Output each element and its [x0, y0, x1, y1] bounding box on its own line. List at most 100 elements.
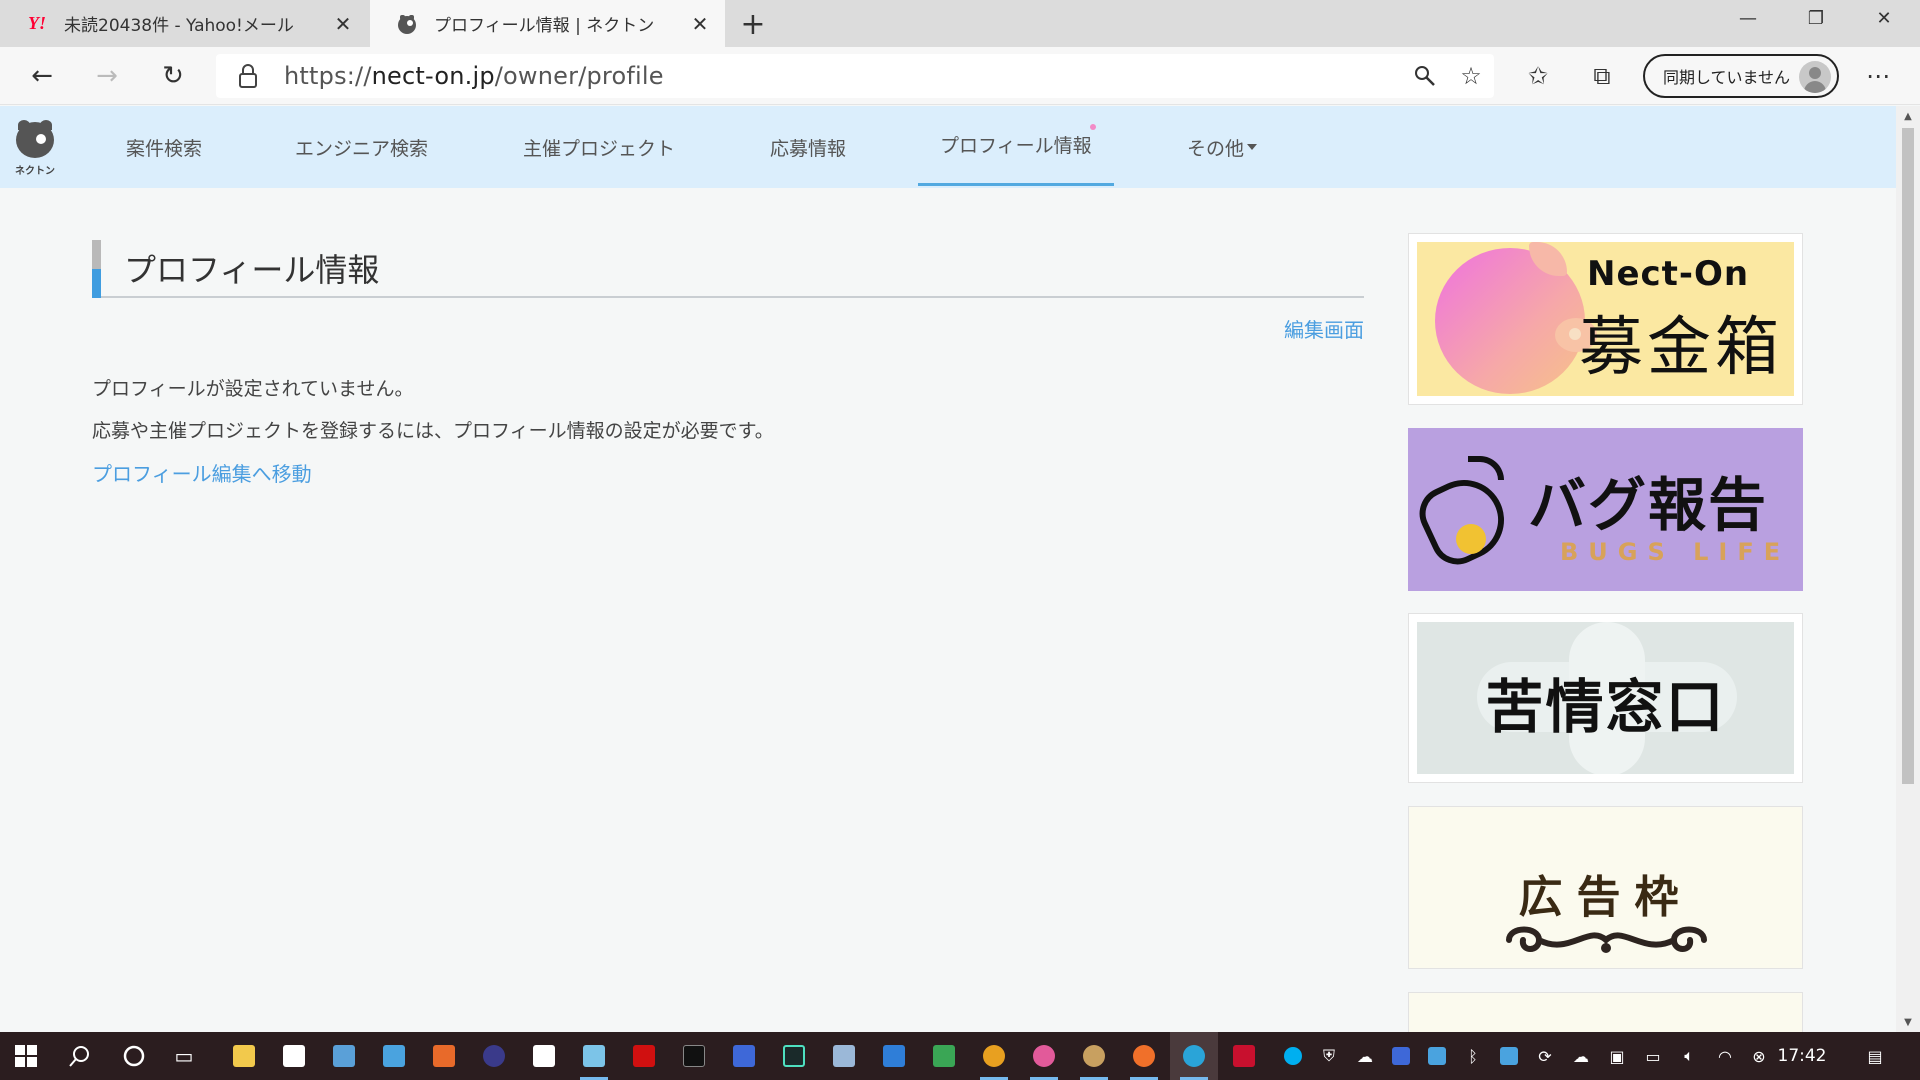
lock-icon — [238, 64, 258, 88]
favorite-star-icon[interactable]: ☆ — [1448, 54, 1494, 98]
favorites-list-icon[interactable]: ✩ — [1518, 57, 1558, 95]
nav-item-applications[interactable]: 応募情報 — [770, 106, 846, 188]
minimize-icon[interactable]: — — [1714, 0, 1782, 36]
search-icon[interactable] — [56, 1032, 104, 1080]
nav-item-profile[interactable]: プロフィール情報 — [918, 106, 1114, 186]
windows-start-icon[interactable] — [2, 1032, 50, 1080]
cloud-tray-icon[interactable]: ☁ — [1566, 1032, 1596, 1080]
onedrive-icon[interactable]: ☁ — [1350, 1032, 1380, 1080]
site-navbar: ネクトン 案件検索 エンジニア検索 主催プロジェクト 応募情報 プロフィール情報… — [0, 106, 1896, 188]
network-device-icon[interactable]: ▣ — [1602, 1032, 1632, 1080]
banner-title: バグ報告 — [1528, 471, 1769, 539]
app-icon[interactable] — [470, 1032, 518, 1080]
collections-icon[interactable]: ⧉ — [1582, 57, 1622, 95]
back-icon[interactable]: ← — [21, 55, 63, 97]
itunes-icon[interactable] — [1020, 1032, 1068, 1080]
new-tab-button[interactable]: + — [735, 6, 771, 42]
app-icon[interactable] — [520, 1032, 568, 1080]
cortana-icon[interactable] — [110, 1032, 158, 1080]
windows-taskbar: ▭ ⛨ ☁ ᛒ ⟳ ☁ ▣ ▭ 🔈︎ ◠ ⊗ 17:42 ▤ — [0, 1032, 1920, 1080]
mcafee-icon[interactable] — [1220, 1032, 1268, 1080]
bluetooth-icon[interactable]: ᛒ — [1458, 1032, 1488, 1080]
app-icon[interactable] — [370, 1032, 418, 1080]
app-icon[interactable] — [820, 1032, 868, 1080]
edit-screen-link[interactable]: 編集画面 — [1284, 314, 1364, 343]
app-icon[interactable] — [920, 1032, 968, 1080]
nav-item-label: その他 — [1187, 137, 1245, 160]
ad-space-banner[interactable]: 広告枠 — [1408, 806, 1803, 969]
app-tray-icon[interactable]: ⟳ — [1530, 1032, 1560, 1080]
wifi-icon[interactable]: ◠ — [1710, 1032, 1740, 1080]
terminal-icon[interactable] — [670, 1032, 718, 1080]
edge-icon[interactable] — [1170, 1032, 1218, 1080]
task-view-icon[interactable]: ▭ — [160, 1032, 208, 1080]
page-title-text: プロフィール情報 — [124, 251, 380, 289]
app-tray-icon[interactable] — [1386, 1032, 1416, 1080]
firefox-icon[interactable] — [1120, 1032, 1168, 1080]
scrollbar-thumb[interactable] — [1902, 128, 1914, 784]
nav-item-project-search[interactable]: 案件検索 — [126, 106, 202, 188]
forward-icon[interactable]: → — [86, 55, 128, 97]
address-bar[interactable]: https://nect-on.jp/owner/profile ☆ — [216, 54, 1494, 98]
matlab-icon[interactable] — [420, 1032, 468, 1080]
main-content: プロフィール情報 編集画面 プロフィールが設定されていません。 応募や主催プロジ… — [92, 240, 1364, 486]
nectone-logo-icon — [396, 13, 418, 35]
site-logo[interactable]: ネクトン — [12, 120, 58, 180]
nav-item-hosted-projects[interactable]: 主催プロジェクト — [523, 106, 675, 188]
chrome-icon[interactable] — [970, 1032, 1018, 1080]
clock[interactable]: 17:42 — [1772, 1032, 1832, 1080]
banner-title-en: Nect-On — [1587, 254, 1750, 294]
restore-icon[interactable]: ❐ — [1782, 0, 1850, 36]
banner-title: 苦情窓口 — [1485, 673, 1726, 741]
app-icon[interactable] — [320, 1032, 368, 1080]
more-menu-icon[interactable]: ⋯ — [1858, 57, 1898, 95]
tab-yahoo-mail[interactable]: Y! 未読20438件 - Yahoo!メール ✕ — [0, 0, 368, 47]
volume-icon[interactable]: 🔈︎ — [1674, 1032, 1704, 1080]
nav-item-engineer-search[interactable]: エンジニア検索 — [295, 106, 428, 188]
notifications-icon[interactable]: ▤ — [1855, 1032, 1895, 1080]
window-close-icon[interactable]: ✕ — [1850, 0, 1918, 36]
close-icon[interactable]: ✕ — [328, 9, 358, 39]
yahoo-logo-icon: Y! — [28, 13, 46, 33]
logo-ear — [18, 120, 30, 130]
logo-eye — [36, 134, 46, 144]
app-icon[interactable] — [720, 1032, 768, 1080]
bug-report-banner[interactable]: バグ報告 BUGS LIFE — [1408, 428, 1803, 591]
app-icon[interactable] — [620, 1032, 668, 1080]
complaint-desk-banner[interactable]: 苦情窓口 — [1408, 613, 1803, 783]
browser-toolbar: ← → ↻ https://nect-on.jp/owner/profile ☆… — [0, 47, 1920, 105]
refresh-icon[interactable]: ↻ — [152, 55, 194, 97]
banner-title: 広告枠 — [1518, 872, 1693, 923]
scroll-down-icon[interactable]: ▼ — [1896, 1012, 1920, 1032]
zoom-icon[interactable] — [1402, 54, 1448, 98]
file-explorer-icon[interactable] — [220, 1032, 268, 1080]
skype-icon[interactable] — [1278, 1032, 1308, 1080]
paint-icon[interactable] — [1070, 1032, 1118, 1080]
nav-item-other[interactable]: その他 — [1187, 106, 1258, 188]
firefly-glow — [1456, 524, 1486, 554]
app-tray-icon[interactable] — [1422, 1032, 1452, 1080]
url-text[interactable]: https://nect-on.jp/owner/profile — [284, 62, 1402, 90]
mail-icon[interactable] — [870, 1032, 918, 1080]
logo-ear — [40, 120, 52, 130]
go-to-profile-edit-link[interactable]: プロフィール編集へ移動 — [92, 458, 312, 487]
extra-banner[interactable] — [1408, 992, 1803, 1032]
vertical-scrollbar[interactable]: ▲ ▼ — [1896, 106, 1920, 1032]
complaint-banner-inner: 苦情窓口 — [1417, 622, 1794, 774]
app-icon[interactable] — [570, 1032, 618, 1080]
sync-label: 同期していません — [1663, 68, 1791, 87]
battery-icon[interactable]: ▭ — [1638, 1032, 1668, 1080]
app-icon[interactable] — [770, 1032, 818, 1080]
scroll-up-icon[interactable]: ▲ — [1896, 106, 1920, 126]
no-connection-icon[interactable]: ⊗ — [1744, 1032, 1774, 1080]
defender-icon[interactable]: ⛨ — [1314, 1032, 1344, 1080]
close-icon[interactable]: ✕ — [685, 9, 715, 39]
store-icon[interactable] — [270, 1032, 318, 1080]
notification-dot — [1089, 124, 1096, 130]
nav-item-label: プロフィール情報 — [940, 135, 1092, 157]
avatar — [1799, 61, 1831, 93]
profile-sync-button[interactable]: 同期していません — [1643, 54, 1839, 98]
donation-box-banner[interactable]: Nect-On 募金箱 — [1408, 233, 1803, 405]
tab-profile[interactable]: プロフィール情報 | ネクトン ✕ — [370, 0, 725, 47]
app-tray-icon[interactable] — [1494, 1032, 1524, 1080]
